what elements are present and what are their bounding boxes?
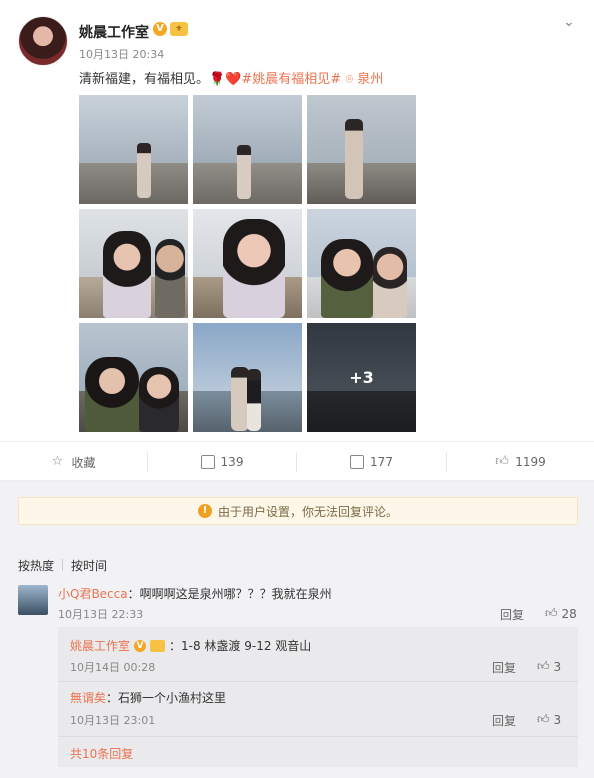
photo-7[interactable] <box>79 323 188 432</box>
comment-count: 177 <box>370 455 393 469</box>
post-text-main: 清新福建，有福相见。 <box>79 72 210 87</box>
photo-1[interactable] <box>79 95 188 204</box>
thumbs-up-icon: 👍︎ <box>495 454 509 469</box>
reply-text: 無谓矣：石狮一个小渔村这里 <box>70 689 226 706</box>
more-photos-overlay[interactable]: +3 <box>307 323 416 432</box>
reply-button[interactable]: 回复 <box>492 712 516 729</box>
reply-button[interactable]: 回复 <box>492 659 516 676</box>
reply-like-button[interactable]: 👍︎ 3 <box>537 712 561 727</box>
comment-sort: 按热度 按时间 <box>18 557 107 574</box>
thumbs-up-icon: 👍︎ <box>545 606 558 620</box>
reply-author[interactable]: 無谓矣 <box>70 691 106 705</box>
post-time: 10月13日 20:34 <box>79 48 165 61</box>
reply-button[interactable]: 回复 <box>500 606 524 623</box>
more-replies-link[interactable]: 共10条回复 <box>70 745 133 762</box>
sort-by-time[interactable]: 按时间 <box>71 557 107 574</box>
comment-like-count: 28 <box>561 606 577 621</box>
divider <box>62 559 64 571</box>
chevron-down-icon[interactable]: ⌄ <box>563 14 579 30</box>
verified-icon: V <box>134 639 147 652</box>
divider <box>58 681 578 682</box>
photo-5[interactable] <box>193 209 302 318</box>
location-label: 泉州 <box>357 72 384 87</box>
photo-6[interactable] <box>307 209 416 318</box>
photo-8[interactable] <box>193 323 302 432</box>
verified-icon: V <box>153 22 167 36</box>
member-badge-icon <box>150 639 166 652</box>
forward-icon <box>200 455 215 469</box>
comment-body: ：啊啊啊这是泉州哪？？？我就在泉州 <box>127 587 332 601</box>
post-text: 清新福建，有福相见。🌹❤️#姚晨有福相见# ⌾ 泉州 <box>79 68 383 87</box>
forward-button[interactable]: 139 <box>148 442 296 482</box>
like-button[interactable]: 👍︎ 1199 <box>447 442 594 482</box>
forward-count: 139 <box>220 455 244 469</box>
commenter-avatar[interactable] <box>18 585 48 615</box>
comment-like-button[interactable]: 👍︎ 28 <box>545 606 577 621</box>
hashtag-link[interactable]: #姚晨有福相见# <box>241 72 341 87</box>
reply-time: 10月13日 23:01 <box>70 714 156 727</box>
action-bar: ☆ 收藏 139 177 👍︎ 1199 <box>0 441 594 481</box>
divider <box>58 736 578 737</box>
reply-restricted-notice: ! 由于用户设置，你无法回复评论。 <box>18 497 578 525</box>
sort-by-hot[interactable]: 按热度 <box>18 557 54 574</box>
collect-label: 收藏 <box>71 455 96 470</box>
author-avatar[interactable] <box>18 16 68 66</box>
comment-icon <box>350 455 365 469</box>
reply-time: 10月14日 00:28 <box>70 661 156 674</box>
author-name[interactable]: 姚晨工作室 <box>79 22 149 42</box>
reply-text: 姚晨工作室 V ：1-8 林盏渡 9-12 观音山 <box>70 637 311 654</box>
thumbs-up-icon: 👍︎ <box>537 659 550 673</box>
member-badge-icon: ⚜ <box>170 22 188 36</box>
photo-2[interactable] <box>193 95 302 204</box>
photo-3[interactable] <box>307 95 416 204</box>
comment-button[interactable]: 177 <box>297 442 446 482</box>
reply-body: ：石狮一个小渔村这里 <box>106 691 227 705</box>
reply-like-count: 3 <box>553 659 562 674</box>
photo-9[interactable]: +3 <box>307 323 416 432</box>
photo-grid: +3 <box>79 95 416 433</box>
reply-like-button[interactable]: 👍︎ 3 <box>537 659 561 674</box>
reply-like-count: 3 <box>553 712 562 727</box>
thumbs-up-icon: 👍︎ <box>537 712 550 726</box>
location-link[interactable]: ⌾ 泉州 <box>345 72 383 87</box>
warning-icon: ! <box>197 504 212 518</box>
reply-body: ：1-8 林盏渡 9-12 观音山 <box>169 639 312 653</box>
like-count: 1199 <box>515 455 546 469</box>
collect-button[interactable]: ☆ 收藏 <box>0 442 147 482</box>
location-pin-icon: ⌾ <box>345 72 354 87</box>
photo-4[interactable] <box>79 209 188 318</box>
comment-time: 10月13日 22:33 <box>58 608 144 621</box>
reply-author[interactable]: 姚晨工作室 <box>70 637 130 654</box>
comment-text: 小Q君Becca：啊啊啊这是泉州哪？？？我就在泉州 <box>58 585 332 602</box>
commenter-name[interactable]: 小Q君Becca <box>58 587 128 601</box>
emoji: 🌹❤️ <box>209 72 242 87</box>
notice-text: 由于用户设置，你无法回复评论。 <box>217 504 398 519</box>
star-icon: ☆ <box>51 454 64 469</box>
